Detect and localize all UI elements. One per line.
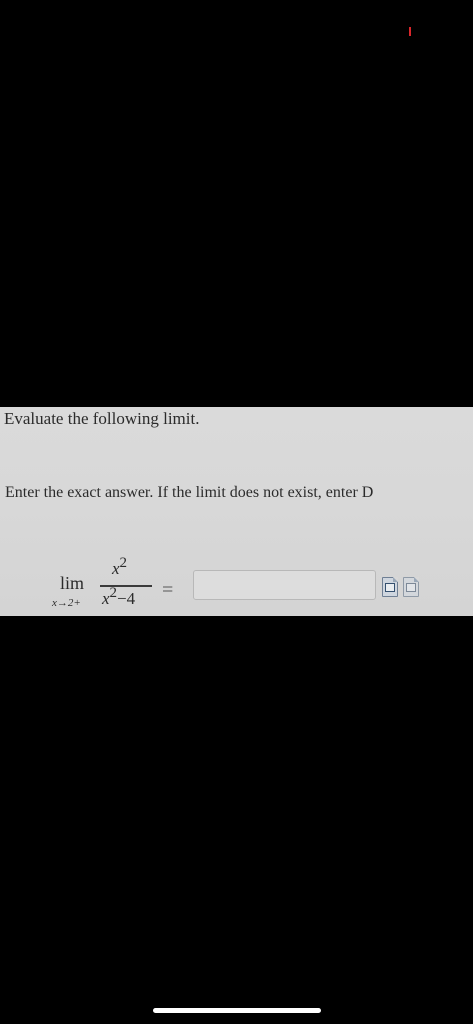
screen: Evaluate the following limit. Enter the … (0, 0, 473, 1024)
document-glyph (406, 583, 416, 592)
numerator-variable: x (112, 559, 120, 578)
home-indicator[interactable] (153, 1008, 321, 1013)
lim-subscript: x→2+ (52, 597, 81, 609)
question-title: Evaluate the following limit. (4, 409, 200, 428)
question-instruction: Enter the exact answer. If the limit doe… (5, 484, 374, 501)
calculator-icon[interactable] (382, 577, 398, 597)
document-icon[interactable] (403, 577, 419, 597)
equals-sign: = (162, 579, 174, 601)
fraction-denominator: x2−4 (102, 585, 136, 609)
lim-label: lim (60, 573, 85, 593)
denominator-exponent: 2 (109, 585, 118, 601)
fraction-bar (100, 585, 152, 587)
answer-input[interactable] (193, 570, 376, 600)
page-fold (414, 577, 419, 582)
fraction-numerator: x2 (112, 555, 127, 579)
page-fold (393, 577, 398, 582)
numerator-exponent: 2 (119, 555, 128, 571)
denominator-variable: x (102, 589, 110, 608)
calculator-glyph (385, 583, 395, 592)
question-panel: Evaluate the following limit. Enter the … (0, 407, 473, 616)
status-indicator (409, 27, 411, 36)
denominator-constant: −4 (117, 589, 136, 608)
